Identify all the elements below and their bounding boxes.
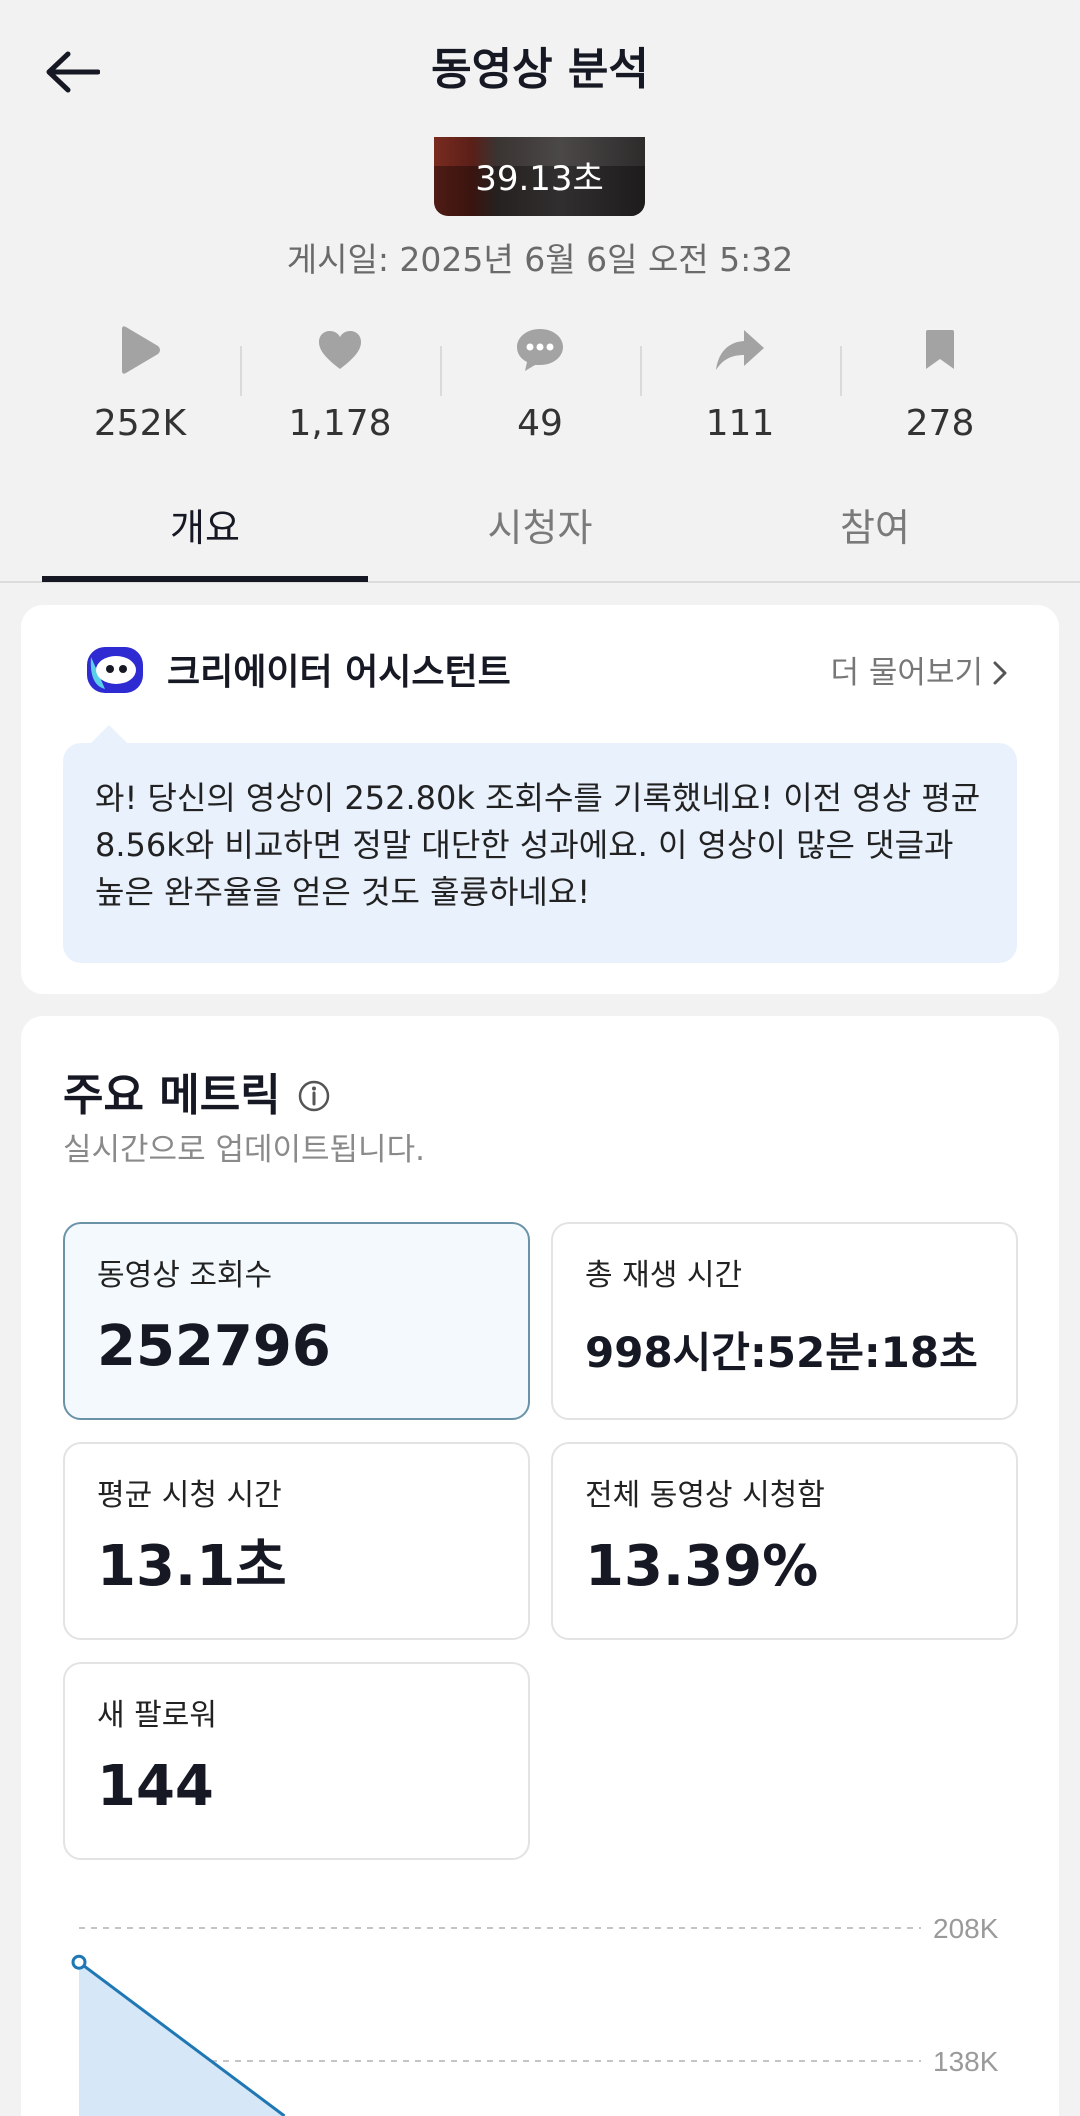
data-point (71, 1954, 87, 1970)
metric-label: 총 재생 시간 (585, 1258, 743, 1293)
divider (440, 346, 442, 396)
stat-value: 111 (705, 403, 775, 444)
ask-more-link[interactable]: 더 물어보기 (831, 651, 1007, 695)
video-duration: 39.13초 (475, 159, 604, 199)
page-title: 동영상 분석 (431, 44, 649, 95)
stat-value: 1,178 (288, 403, 392, 444)
tab-bar: 개요 시청자 참여 (0, 490, 1080, 583)
divider (240, 346, 242, 396)
header: 동영상 분석 (0, 0, 1080, 130)
metrics-subtitle: 실시간으로 업데이트됩니다. (63, 1132, 425, 1168)
stat-views: 252K (40, 320, 240, 450)
metric-card-full-watch[interactable]: 전체 동영상 시청함 13.39% (551, 1442, 1018, 1640)
info-icon[interactable] (297, 1079, 331, 1113)
chevron-right-icon (993, 661, 1007, 685)
metric-card-views[interactable]: 동영상 조회수 252796 (63, 1222, 530, 1420)
metrics-section-title: 주요 메트릭 (63, 1066, 331, 1126)
metric-value: 13.1초 (97, 1534, 287, 1599)
metrics-card: 주요 메트릭 실시간으로 업데이트됩니다. 동영상 조회수 252796 총 재… (21, 1016, 1059, 2116)
metric-value: 252796 (97, 1314, 331, 1379)
tab-overview[interactable]: 개요 (42, 490, 368, 566)
metric-label: 평균 시청 시간 (97, 1478, 282, 1513)
play-icon (122, 326, 160, 374)
stat-value: 252K (93, 403, 187, 444)
metric-label: 동영상 조회수 (97, 1258, 273, 1293)
metric-value: 998시간:52분:18초 (585, 1328, 978, 1377)
assistant-logo-icon (87, 647, 143, 693)
assistant-card: 크리에이터 어시스턴트 더 물어보기 와! 당신의 영상이 252.80k 조회… (21, 605, 1059, 994)
tab-engagement[interactable]: 참여 (712, 490, 1038, 566)
assistant-message: 와! 당신의 영상이 252.80k 조회수를 기록했네요! 이전 영상 평균 … (95, 779, 981, 911)
stats-row: 252K 1,178 49 111 278 (40, 320, 1040, 450)
metric-value: 13.39% (585, 1534, 819, 1599)
metric-card-new-followers[interactable]: 새 팔로워 144 (63, 1662, 530, 1860)
heart-icon (319, 331, 361, 369)
divider (840, 346, 842, 396)
stat-saves: 278 (840, 320, 1040, 450)
metric-label: 새 팔로워 (97, 1698, 217, 1733)
tab-active-indicator (42, 576, 368, 582)
stat-comments: 49 (440, 320, 640, 450)
metric-value: 144 (97, 1754, 214, 1819)
metrics-title-text: 주요 메트릭 (63, 1070, 281, 1121)
bookmark-icon (926, 330, 954, 369)
assistant-title: 크리에이터 어시스턴트 (167, 652, 511, 693)
divider (640, 346, 642, 396)
metric-card-avg-watch-time[interactable]: 평균 시청 시간 13.1초 (63, 1442, 530, 1640)
comment-icon (517, 329, 563, 371)
y-tick-label: 208K (933, 1913, 999, 1944)
stat-value: 49 (517, 403, 563, 444)
series-area (79, 1962, 285, 2116)
post-date: 게시일: 2025년 6월 6일 오전 5:32 (286, 240, 794, 279)
video-thumbnail[interactable]: 39.13초 (434, 137, 645, 216)
metric-card-total-watch-time[interactable]: 총 재생 시간 998시간:52분:18초 (551, 1222, 1018, 1420)
stat-shares: 111 (640, 320, 840, 450)
share-icon (716, 330, 764, 370)
y-tick-label: 138K (933, 2046, 999, 2077)
assistant-message-bubble: 와! 당신의 영상이 252.80k 조회수를 기록했네요! 이전 영상 평균 … (63, 725, 1017, 963)
stat-likes: 1,178 (240, 320, 440, 450)
ask-more-label: 더 물어보기 (830, 655, 983, 691)
metric-label: 전체 동영상 시청함 (585, 1478, 825, 1513)
tab-viewers[interactable]: 시청자 (377, 490, 703, 566)
stat-value: 278 (905, 403, 975, 444)
series-line (78, 1960, 286, 2116)
